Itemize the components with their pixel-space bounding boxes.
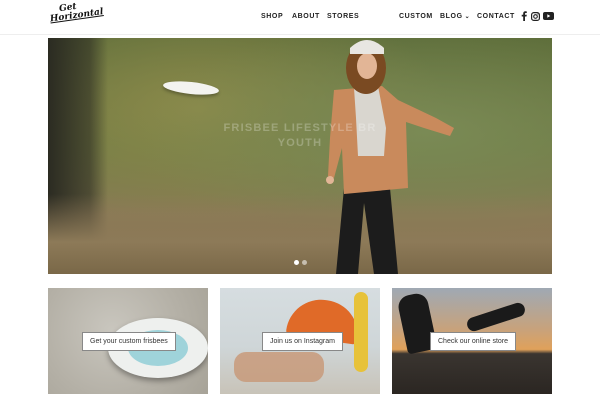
hero-person	[326, 40, 454, 274]
instagram-icon[interactable]	[530, 11, 540, 21]
tile-custom-frisbees[interactable]: Get your custom frisbees	[48, 288, 208, 394]
nav-contact[interactable]: CONTACT	[477, 13, 515, 20]
tile-instagram[interactable]: Join us on Instagram	[220, 288, 380, 394]
nav-blog[interactable]: BLOG ⌄	[440, 13, 470, 20]
hero-caption-line-1: FRISBEE LIFESTYLE BR	[223, 122, 377, 134]
slider-dot-1[interactable]	[294, 260, 299, 265]
site-header: Get Horizontal SHOP ABOUT STORES CUSTOM …	[0, 0, 600, 35]
nav-custom[interactable]: CUSTOM	[399, 13, 433, 20]
logo-line-2: Horizontal	[49, 7, 105, 25]
instagram-button[interactable]: Join us on Instagram	[262, 332, 343, 351]
hero-slider[interactable]: FRISBEE LIFESTYLE BR YOUTH	[48, 38, 552, 274]
tile-online-store[interactable]: Check our online store	[392, 288, 552, 394]
nav-blog-label: BLOG	[440, 13, 463, 20]
hero-caption-line-2: YOUTH	[277, 137, 323, 149]
nav-stores[interactable]: STORES	[327, 13, 359, 20]
sunbathers-image	[234, 352, 324, 382]
slider-dot-2[interactable]	[302, 260, 307, 265]
nav-shop[interactable]: SHOP	[261, 13, 283, 20]
online-store-button[interactable]: Check our online store	[430, 332, 517, 351]
hero-caption: FRISBEE LIFESTYLE BR YOUTH	[48, 121, 552, 151]
silhouette-diver	[465, 301, 527, 333]
facebook-icon[interactable]	[519, 11, 529, 21]
youtube-icon[interactable]	[542, 11, 554, 21]
slider-dots	[294, 260, 307, 265]
surfboard-image	[354, 292, 368, 372]
custom-frisbees-button[interactable]: Get your custom frisbees	[82, 332, 176, 351]
nav-about[interactable]: ABOUT	[292, 13, 320, 20]
flying-frisbee	[162, 79, 220, 97]
chevron-down-icon: ⌄	[464, 14, 471, 20]
brand-logo[interactable]: Get Horizontal	[49, 2, 105, 32]
